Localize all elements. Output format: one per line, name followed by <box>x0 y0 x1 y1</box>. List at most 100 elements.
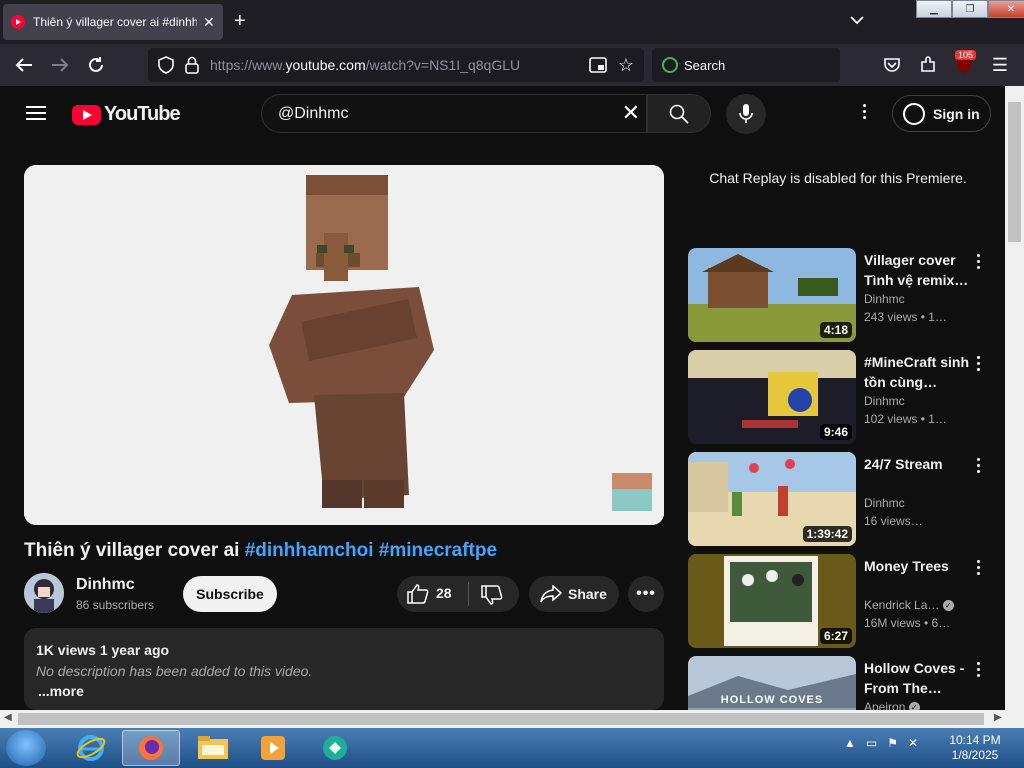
recommended-views: 16 views… <box>864 514 923 528</box>
channel-avatar[interactable] <box>24 573 64 613</box>
video-duration: 6:27 <box>819 628 852 644</box>
youtube-search-input[interactable]: @Dinhmc ✕ <box>261 94 647 133</box>
lock-icon[interactable] <box>180 53 204 77</box>
voice-search-button[interactable] <box>726 94 766 134</box>
subscribe-button[interactable]: Subscribe <box>183 576 277 612</box>
recommended-video[interactable]: HOLLOW COVES Hollow Coves - From The… Ap… <box>688 656 993 710</box>
address-bar[interactable]: https://www.youtube.com/watch?v=NS1I_q8q… <box>148 48 644 82</box>
minimize-button[interactable]: ▁ <box>916 0 952 18</box>
youtube-logo[interactable]: YouTube <box>72 103 181 126</box>
more-horizontal-icon: ••• <box>636 585 656 602</box>
internet-explorer-icon[interactable] <box>62 730 120 766</box>
sign-in-label: Sign in <box>933 105 980 122</box>
subscriber-count: 86 subscribers <box>76 598 155 612</box>
dislike-button[interactable] <box>481 585 503 608</box>
thumbnail-caption: HOLLOW COVES <box>720 694 824 706</box>
clock-date: 1/8/2025 <box>951 748 999 762</box>
youtube-page: YouTube @Dinhmc ✕ Sign in Thiên ý villag… <box>0 86 1005 710</box>
recommended-channel: Dinhmc <box>864 496 905 510</box>
video-menu-icon[interactable] <box>974 458 982 476</box>
firefox-icon[interactable] <box>122 730 180 766</box>
tab-close-icon[interactable]: ✕ <box>203 14 215 31</box>
reload-icon[interactable] <box>84 53 108 77</box>
new-tab-button[interactable]: + <box>234 10 246 33</box>
recommended-video[interactable]: 4:18 Villager cover Tình vệ remix… Dinhm… <box>688 248 993 342</box>
vertical-scrollbar[interactable] <box>1005 86 1024 710</box>
close-window-button[interactable]: ✕ <box>988 0 1024 18</box>
video-duration: 4:18 <box>819 322 852 338</box>
scroll-left-arrow-icon[interactable]: ◀ <box>4 712 12 723</box>
recommended-video[interactable]: 6:27 Money Trees Kendrick La… ✓ 16M view… <box>688 554 993 648</box>
browser-tab-bar: Thiên ý villager cover ai #dinhhamchoi #… <box>0 0 1024 44</box>
guide-menu-icon[interactable] <box>26 106 46 120</box>
video-player[interactable] <box>24 165 664 525</box>
search-engine-icon <box>662 57 678 73</box>
account-circle-icon <box>903 102 925 125</box>
recommended-views: 16M views • 6… <box>864 616 951 630</box>
recommended-channel: Dinhmc <box>864 292 905 306</box>
recommended-video[interactable]: 9:46 #MineCraft sinh tồn cùng… Dinhmc 10… <box>688 350 993 444</box>
description-text: No description has been added to this vi… <box>36 663 313 679</box>
like-button[interactable] <box>407 584 429 607</box>
video-title-hashtags[interactable]: #dinhhamchoi #minecraftpe <box>245 540 497 561</box>
channel-name[interactable]: Dinhmc <box>76 576 135 594</box>
chat-app-icon[interactable] <box>306 730 364 766</box>
list-all-tabs-icon[interactable] <box>850 12 864 28</box>
like-count: 28 <box>436 585 452 601</box>
browser-tab[interactable]: Thiên ý villager cover ai #dinhhamchoi #… <box>3 4 223 40</box>
video-thumbnail[interactable]: HOLLOW COVES <box>688 656 856 710</box>
video-title: Thiên ý villager cover ai #dinhhamchoi #… <box>24 540 497 562</box>
tracking-protection-shield-icon[interactable] <box>154 53 178 77</box>
recommended-views: 243 views • 1… <box>864 310 947 324</box>
description-box[interactable]: 1K views 1 year ago No description has b… <box>24 628 664 710</box>
file-explorer-icon[interactable] <box>184 730 242 766</box>
forward-arrow-icon[interactable] <box>48 53 72 77</box>
taskbar-clock[interactable]: 10:14 PM 1/8/2025 <box>940 733 1010 763</box>
show-more-link[interactable]: ...more <box>38 683 84 699</box>
search-icon <box>669 104 689 124</box>
youtube-logo-text: YouTube <box>104 103 181 125</box>
video-menu-icon[interactable] <box>974 662 982 680</box>
scroll-right-arrow-icon[interactable]: ▶ <box>994 712 1002 723</box>
back-arrow-icon[interactable] <box>12 53 36 77</box>
search-query-text: @Dinhmc <box>278 105 349 122</box>
bookmark-star-icon[interactable]: ☆ <box>614 53 638 77</box>
video-menu-icon[interactable] <box>974 356 982 374</box>
extensions-puzzle-icon[interactable] <box>916 53 940 77</box>
pocket-icon[interactable] <box>880 53 904 77</box>
start-button[interactable] <box>6 730 46 766</box>
maximize-button[interactable]: ❐ <box>952 0 988 18</box>
recommended-title: Hollow Coves - From The… <box>864 660 965 696</box>
recommended-title: Money Trees <box>864 558 949 574</box>
video-thumbnail[interactable]: 4:18 <box>688 248 856 342</box>
media-player-icon[interactable] <box>244 730 302 766</box>
recommended-title: #MineCraft sinh tồn cùng… <box>864 354 970 390</box>
video-thumbnail[interactable]: 1:39:42 <box>688 452 856 546</box>
clear-search-icon[interactable]: ✕ <box>622 100 640 126</box>
share-button[interactable]: Share <box>529 576 619 612</box>
vertical-scroll-thumb[interactable] <box>1008 102 1021 242</box>
recommended-video[interactable]: 1:39:42 24/7 Stream Dinhmc 16 views… <box>688 452 993 546</box>
video-duration: 9:46 <box>819 424 852 440</box>
thumbs-up-icon <box>407 584 429 604</box>
recommended-channel: Kendrick La… <box>864 598 940 612</box>
video-thumbnail[interactable]: 9:46 <box>688 350 856 444</box>
picture-in-picture-icon[interactable] <box>586 53 610 77</box>
video-thumbnail[interactable]: 6:27 <box>688 554 856 648</box>
sign-in-button[interactable]: Sign in <box>892 95 991 132</box>
recommended-views: 102 views • 1… <box>864 412 947 426</box>
video-menu-icon[interactable] <box>974 254 982 272</box>
windows-taskbar: ▲ ▭ ⚑ ✕ 10:14 PM 1/8/2025 <box>0 728 1024 768</box>
app-menu-icon[interactable]: ☰ <box>988 53 1012 77</box>
search-button[interactable] <box>647 94 711 133</box>
browser-search-box[interactable]: Search <box>652 48 840 82</box>
more-actions-button[interactable]: ••• <box>628 576 664 612</box>
video-menu-icon[interactable] <box>974 560 982 578</box>
system-tray-icons[interactable]: ▲ ▭ ⚑ ✕ <box>844 736 918 750</box>
villager-video-frame <box>24 165 664 525</box>
horizontal-scrollbar[interactable]: ◀ ▶ <box>0 710 1024 728</box>
settings-menu-icon[interactable] <box>858 104 870 124</box>
url-text[interactable]: https://www.youtube.com/watch?v=NS1I_q8q… <box>210 57 520 73</box>
recommended-channel: Apeiron <box>864 700 906 710</box>
horizontal-scroll-thumb[interactable] <box>18 713 984 725</box>
